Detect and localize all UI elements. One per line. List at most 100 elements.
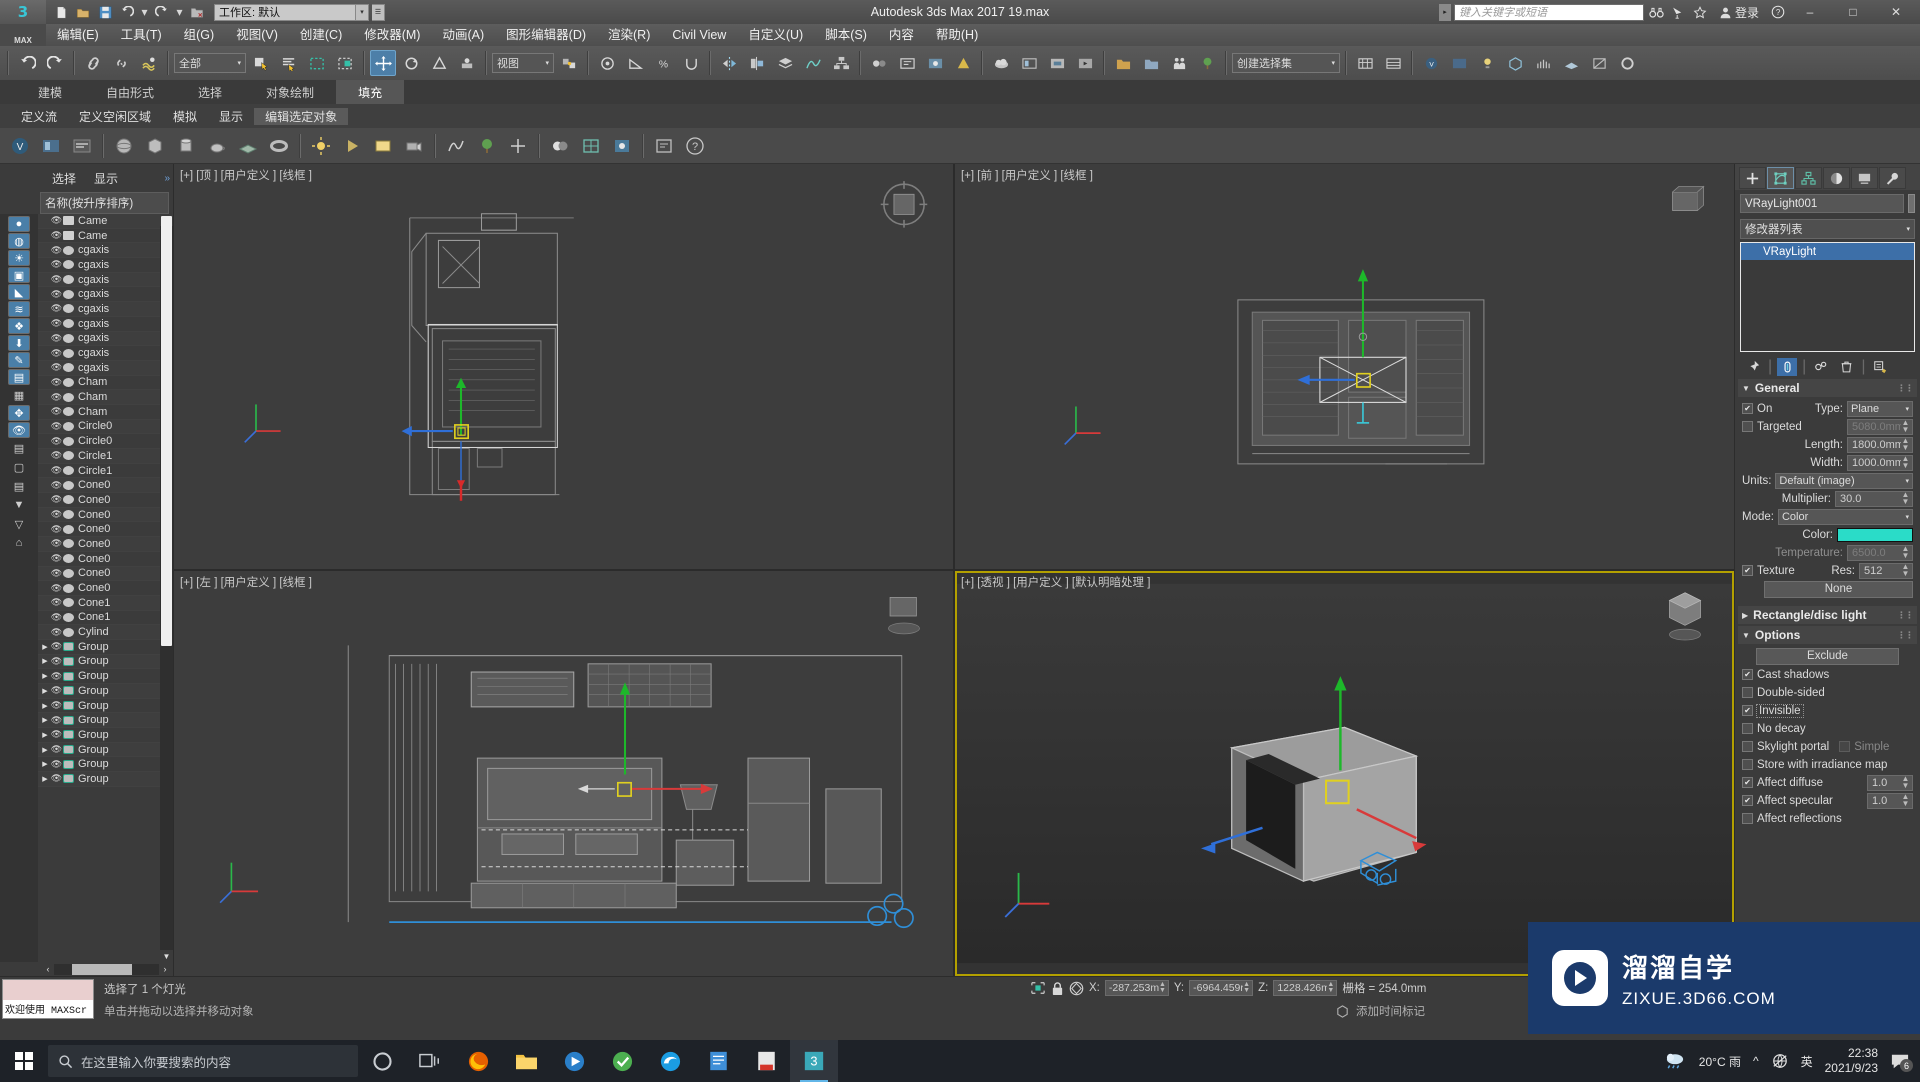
eye-icon[interactable]: 👁	[50, 538, 63, 549]
spinner-arrows-icon[interactable]: ▲ ▼	[1901, 419, 1910, 433]
properties-icon[interactable]: ▤	[8, 477, 30, 495]
store-irradiance-checkbox[interactable]	[1742, 759, 1753, 770]
expand-arrow-icon[interactable]: ▶	[40, 702, 50, 710]
eye-icon[interactable]: 👁	[8, 422, 30, 438]
table-row[interactable]: 👁 Circle1	[38, 464, 160, 479]
table-row[interactable]: 👁 Cone0	[38, 522, 160, 538]
vray-light-lister-icon[interactable]	[68, 132, 96, 160]
spinner-arrows-icon[interactable]: ▲ ▼	[1901, 455, 1910, 469]
affect-specular-spinner[interactable]: 1.0 ▲ ▼	[1867, 792, 1913, 809]
expand-arrow-icon[interactable]: ▶	[40, 731, 50, 739]
modifier-stack[interactable]: VRayLight	[1740, 242, 1915, 352]
scene-explorer-vscrollbar[interactable]: ▲ ▼	[160, 214, 173, 962]
menu-item-12[interactable]: 内容	[878, 24, 925, 46]
table-row[interactable]: ▶ 👁 Group	[38, 684, 160, 699]
table-row[interactable]: 👁 cgaxis	[38, 258, 160, 273]
scroll-down-icon[interactable]: ▼	[160, 950, 173, 962]
vray-toon-icon[interactable]	[1614, 50, 1640, 76]
spinner-arrows-icon[interactable]: ▲ ▼	[1243, 981, 1250, 994]
rendered-frame-window-icon[interactable]	[922, 50, 948, 76]
helper-icon[interactable]	[504, 132, 532, 160]
bind-spacewarp-icon[interactable]	[136, 50, 162, 76]
rollout-rectangle-disc-header[interactable]: ▶ Rectangle/disc light ⋮⋮	[1738, 606, 1917, 624]
skylight-portal-checkbox[interactable]	[1742, 741, 1753, 752]
remove-modifier-icon[interactable]	[1836, 358, 1856, 376]
width-spinner[interactable]: 1000.0mm ▲ ▼	[1847, 454, 1913, 471]
eye-icon[interactable]: 👁	[50, 509, 63, 520]
select-and-scale-icon[interactable]	[426, 50, 452, 76]
eye-icon[interactable]: 👁	[50, 406, 63, 417]
render-setup-icon[interactable]	[894, 50, 920, 76]
table-row[interactable]: 👁 cgaxis	[38, 360, 160, 376]
table-row[interactable]: 👁 Cylind	[38, 625, 160, 640]
eye-icon[interactable]: 👁	[50, 759, 63, 770]
menu-item-3[interactable]: 视图(V)	[225, 24, 289, 46]
table-row[interactable]: ▶ 👁 Group	[38, 728, 160, 743]
undo-icon[interactable]	[118, 3, 136, 21]
modifier-stack-item-vraylight[interactable]: VRayLight	[1741, 243, 1914, 260]
star-icon[interactable]	[1691, 3, 1710, 22]
viewport-front-label[interactable]: [+] [前 ] [用户定义 ] [线框 ]	[961, 167, 1093, 183]
material-browse-icon[interactable]	[546, 132, 574, 160]
hierarchy-tab-icon[interactable]	[1795, 167, 1822, 189]
app-icon[interactable]	[598, 1040, 646, 1082]
rollout-expand-icon[interactable]: ▶	[1742, 611, 1748, 620]
select-invert-icon[interactable]: ◍	[8, 233, 30, 249]
spinner-arrows-icon[interactable]: ▲ ▼	[1159, 981, 1166, 994]
eye-icon[interactable]: 👁	[50, 259, 63, 270]
list-icon[interactable]: ▤	[8, 439, 30, 457]
scene-explorer-column-header[interactable]: 名称(按升序排序)	[40, 192, 169, 214]
eye-icon[interactable]: 👁	[50, 377, 63, 388]
table-row[interactable]: 👁 Cham	[38, 405, 160, 420]
table-row[interactable]: ▶ 👁 Group	[38, 713, 160, 729]
table-row[interactable]: 👁 cgaxis	[38, 331, 160, 347]
targeted-distance-spinner[interactable]: 5080.0mm ▲ ▼	[1847, 418, 1913, 435]
units-dropdown[interactable]: Default (image) ▾	[1775, 472, 1913, 489]
placement-icon[interactable]	[454, 50, 480, 76]
workspace-value[interactable]: 工作区: 默认	[214, 3, 356, 21]
z-coord-field[interactable]: 1228.426m ▲ ▼	[1273, 980, 1338, 996]
expand-arrow-icon[interactable]: ▶	[40, 775, 50, 783]
layer-icon[interactable]: ⌂	[8, 534, 30, 552]
vray-fur-icon[interactable]	[1530, 50, 1556, 76]
open-explorer-icon[interactable]	[1138, 50, 1164, 76]
eye-icon[interactable]: 👁	[50, 700, 63, 711]
table-row[interactable]: 👁 cgaxis	[38, 272, 160, 288]
viewport-top-label[interactable]: [+] [顶 ] [用户定义 ] [线框 ]	[180, 167, 312, 183]
maxscript-listener-output[interactable]	[3, 980, 93, 1000]
infocenter-search-input[interactable]: 键入关键字或短语	[1453, 3, 1644, 21]
weather-icon[interactable]	[1663, 1052, 1687, 1070]
ribbon-tab-1[interactable]: 自由形式	[84, 80, 176, 104]
spinner-arrows-icon[interactable]: ▲ ▼	[1901, 793, 1910, 807]
help-circle-icon[interactable]: ?	[681, 132, 709, 160]
table-row[interactable]: 👁 Cone1	[38, 595, 160, 611]
notepad-icon[interactable]	[694, 1040, 742, 1082]
eye-icon[interactable]: 👁	[50, 392, 63, 403]
omni-light-icon[interactable]	[307, 132, 335, 160]
table-row[interactable]: 👁 Cone0	[38, 478, 160, 494]
hide-icon[interactable]: ✥	[8, 405, 30, 421]
table-row[interactable]: ▶ 👁 Group	[38, 669, 160, 684]
table-row[interactable]: 👁 Came	[38, 214, 160, 229]
percent-snap-icon[interactable]	[594, 50, 620, 76]
table-row[interactable]: 👁 Circle0	[38, 434, 160, 449]
named-selection-sets-dropdown[interactable]: 创建选择集 ▾	[1232, 53, 1340, 73]
camera-icon[interactable]	[400, 132, 428, 160]
vray-frame-buffer-icon[interactable]	[1446, 50, 1472, 76]
menu-item-8[interactable]: 渲染(R)	[597, 24, 661, 46]
start-button[interactable]	[0, 1040, 48, 1082]
box-filter-icon[interactable]: ▢	[8, 458, 30, 476]
menu-item-11[interactable]: 脚本(S)	[814, 24, 878, 46]
render-production-icon[interactable]	[950, 50, 976, 76]
eye-icon[interactable]: 👁	[50, 715, 63, 726]
align-icon[interactable]	[744, 50, 770, 76]
viewport-top[interactable]: [+] [顶 ] [用户定义 ] [线框 ]	[174, 164, 953, 569]
window-restore-button[interactable]: □	[1833, 0, 1873, 24]
curve-editor-icon[interactable]	[800, 50, 826, 76]
material-editor-icon[interactable]	[866, 50, 892, 76]
cast-shadows-checkbox[interactable]	[1742, 669, 1753, 680]
absolute-relative-transform-icon[interactable]	[1069, 981, 1084, 996]
eye-icon[interactable]: 👁	[50, 568, 63, 579]
eye-icon[interactable]: 👁	[50, 671, 63, 682]
on-checkbox[interactable]	[1742, 403, 1753, 414]
